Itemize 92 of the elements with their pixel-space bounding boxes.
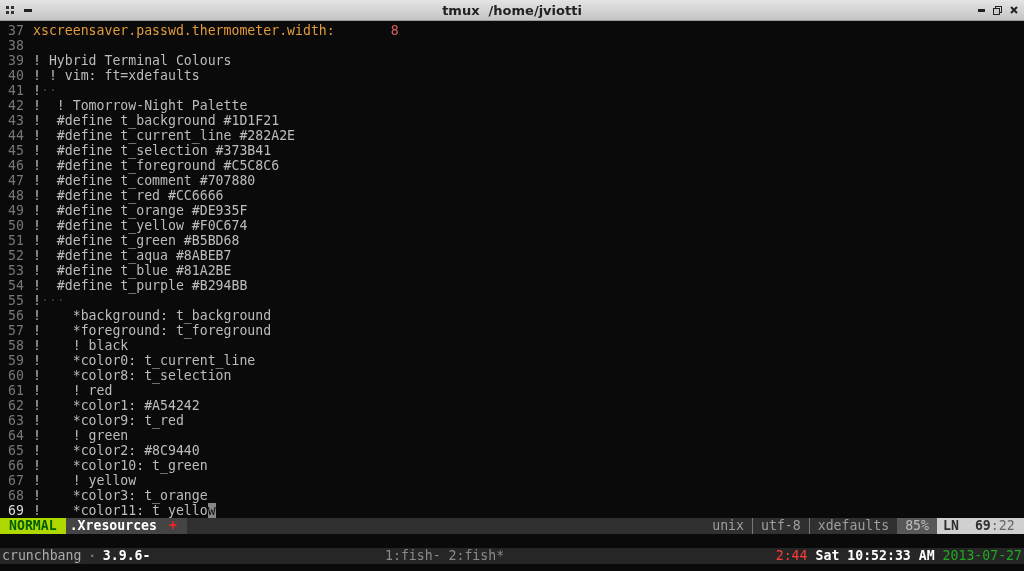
line-number: 66 <box>7 458 25 473</box>
code-text: ! #define t_green #B5BD68 <box>33 233 240 248</box>
minimize-icon[interactable] <box>978 8 985 12</box>
session-name: crunchbang <box>2 548 82 564</box>
code-text: ! *color8: t_selection <box>33 368 232 383</box>
code-text: ! *color11: t_yello <box>33 503 208 518</box>
line-number: 54 <box>7 278 25 293</box>
line-number: 60 <box>7 368 25 383</box>
line-number: 56 <box>7 308 25 323</box>
file-encoding: utf-8 <box>761 518 801 534</box>
shade-icon[interactable] <box>24 8 32 12</box>
line-number: 45 <box>7 143 25 158</box>
code-text: ! *background: t_background <box>33 308 272 323</box>
line-number: 55 <box>7 293 25 308</box>
code-value: 8 <box>390 23 399 38</box>
code-text: ! #define t_background #1D1F21 <box>33 113 280 128</box>
line-number: 43 <box>7 113 25 128</box>
code-text: ! *color10: t_green <box>33 458 208 473</box>
code-text: ! <box>33 293 41 308</box>
line-number: 58 <box>7 338 25 353</box>
line-number: 47 <box>7 173 25 188</box>
code-text: ! *color0: t_current_line <box>33 353 256 368</box>
code-text: ! #define t_orange #DE935F <box>33 203 248 218</box>
line-number: 46 <box>7 158 25 173</box>
code-text: ! #define t_yellow #F0C674 <box>33 218 248 233</box>
clock: Sat 10:52:33 AM <box>815 548 935 564</box>
code-text: ! #define t_selection #373B41 <box>33 143 272 158</box>
line-label: LN <box>943 518 959 534</box>
line-number: 69 <box>7 503 25 518</box>
line-number: 41 <box>7 83 25 98</box>
line-number: 40 <box>7 68 25 83</box>
line-number: 51 <box>7 233 25 248</box>
code-text: ! ! green <box>33 428 129 443</box>
maximize-icon[interactable] <box>993 5 1002 15</box>
line-number: 57 <box>7 323 25 338</box>
date: 2013-07-27 <box>942 548 1022 564</box>
line-number: 39 <box>7 53 25 68</box>
code-text: ! *color3: t_orange <box>33 488 208 503</box>
cursor-line: 69 <box>974 518 991 534</box>
whitespace-marker: ·· <box>40 83 57 98</box>
kernel-version: 3.9.6- <box>102 548 151 564</box>
line-number: 67 <box>7 473 25 488</box>
line-number: 61 <box>7 383 25 398</box>
code-text: xscreensaver.passwd.thermometer.width: <box>33 23 335 38</box>
line-number: 59 <box>7 353 25 368</box>
code-text: ! Hybrid Terminal Colours <box>33 53 232 68</box>
line-number: 37 <box>7 23 25 38</box>
code-text: ! ! black <box>33 338 129 353</box>
separator-dot: • <box>89 550 95 563</box>
file-format: unix <box>712 518 744 534</box>
grip-icon[interactable] <box>6 6 14 14</box>
line-number: 44 <box>7 128 25 143</box>
code-text: ! #define t_current_line #282A2E <box>33 128 295 143</box>
mode-indicator: NORMAL <box>0 518 66 534</box>
close-icon[interactable] <box>1010 6 1018 14</box>
line-number: 65 <box>7 443 25 458</box>
text-cursor: w <box>207 503 216 518</box>
code-text: ! ! vim: ft=xdefaults <box>33 68 200 83</box>
code-text: ! ! Tomorrow-Night Palette <box>33 98 248 113</box>
whitespace-marker: ··· <box>40 293 65 308</box>
file-type: xdefaults <box>817 518 890 534</box>
code-text: ! #define t_purple #B294BB <box>33 278 248 293</box>
line-number: 63 <box>7 413 25 428</box>
line-number: 48 <box>7 188 25 203</box>
uptime: 2:44 <box>775 548 808 564</box>
code-text: ! <box>33 83 41 98</box>
code-text: ! #define t_red #CC6666 <box>33 188 224 203</box>
line-number: 64 <box>7 428 25 443</box>
code-text: ! *foreground: t_foreground <box>33 323 272 338</box>
file-name: .Xresources <box>69 518 157 534</box>
line-number: 49 <box>7 203 25 218</box>
code-text: ! #define t_comment #707880 <box>33 173 256 188</box>
line-number: 38 <box>7 38 25 53</box>
line-number: 53 <box>7 263 25 278</box>
code-text: ! #define t_aqua #8ABEB7 <box>33 248 232 263</box>
line-number: 42 <box>7 98 25 113</box>
code-text: ! *color9: t_red <box>33 413 184 428</box>
scroll-percent: 85% <box>897 518 937 534</box>
code-text: ! #define t_foreground #C5C8C6 <box>33 158 280 173</box>
modified-mark: + <box>169 518 177 534</box>
code-text: ! ! yellow <box>33 473 137 488</box>
line-number: 50 <box>7 218 25 233</box>
code-text: ! *color2: #8C9440 <box>33 443 200 458</box>
window-list[interactable]: 1:fish- 2:fish* <box>385 548 505 564</box>
line-number: 68 <box>7 488 25 503</box>
code-text: ! #define t_blue #81A2BE <box>33 263 232 278</box>
cursor-column: :22 <box>990 518 1015 534</box>
line-number: 62 <box>7 398 25 413</box>
window-title: tmux /home/jviotti <box>442 2 582 18</box>
line-number: 52 <box>7 248 25 263</box>
code-text: ! ! red <box>33 383 113 398</box>
code-text: ! *color1: #A54242 <box>33 398 200 413</box>
